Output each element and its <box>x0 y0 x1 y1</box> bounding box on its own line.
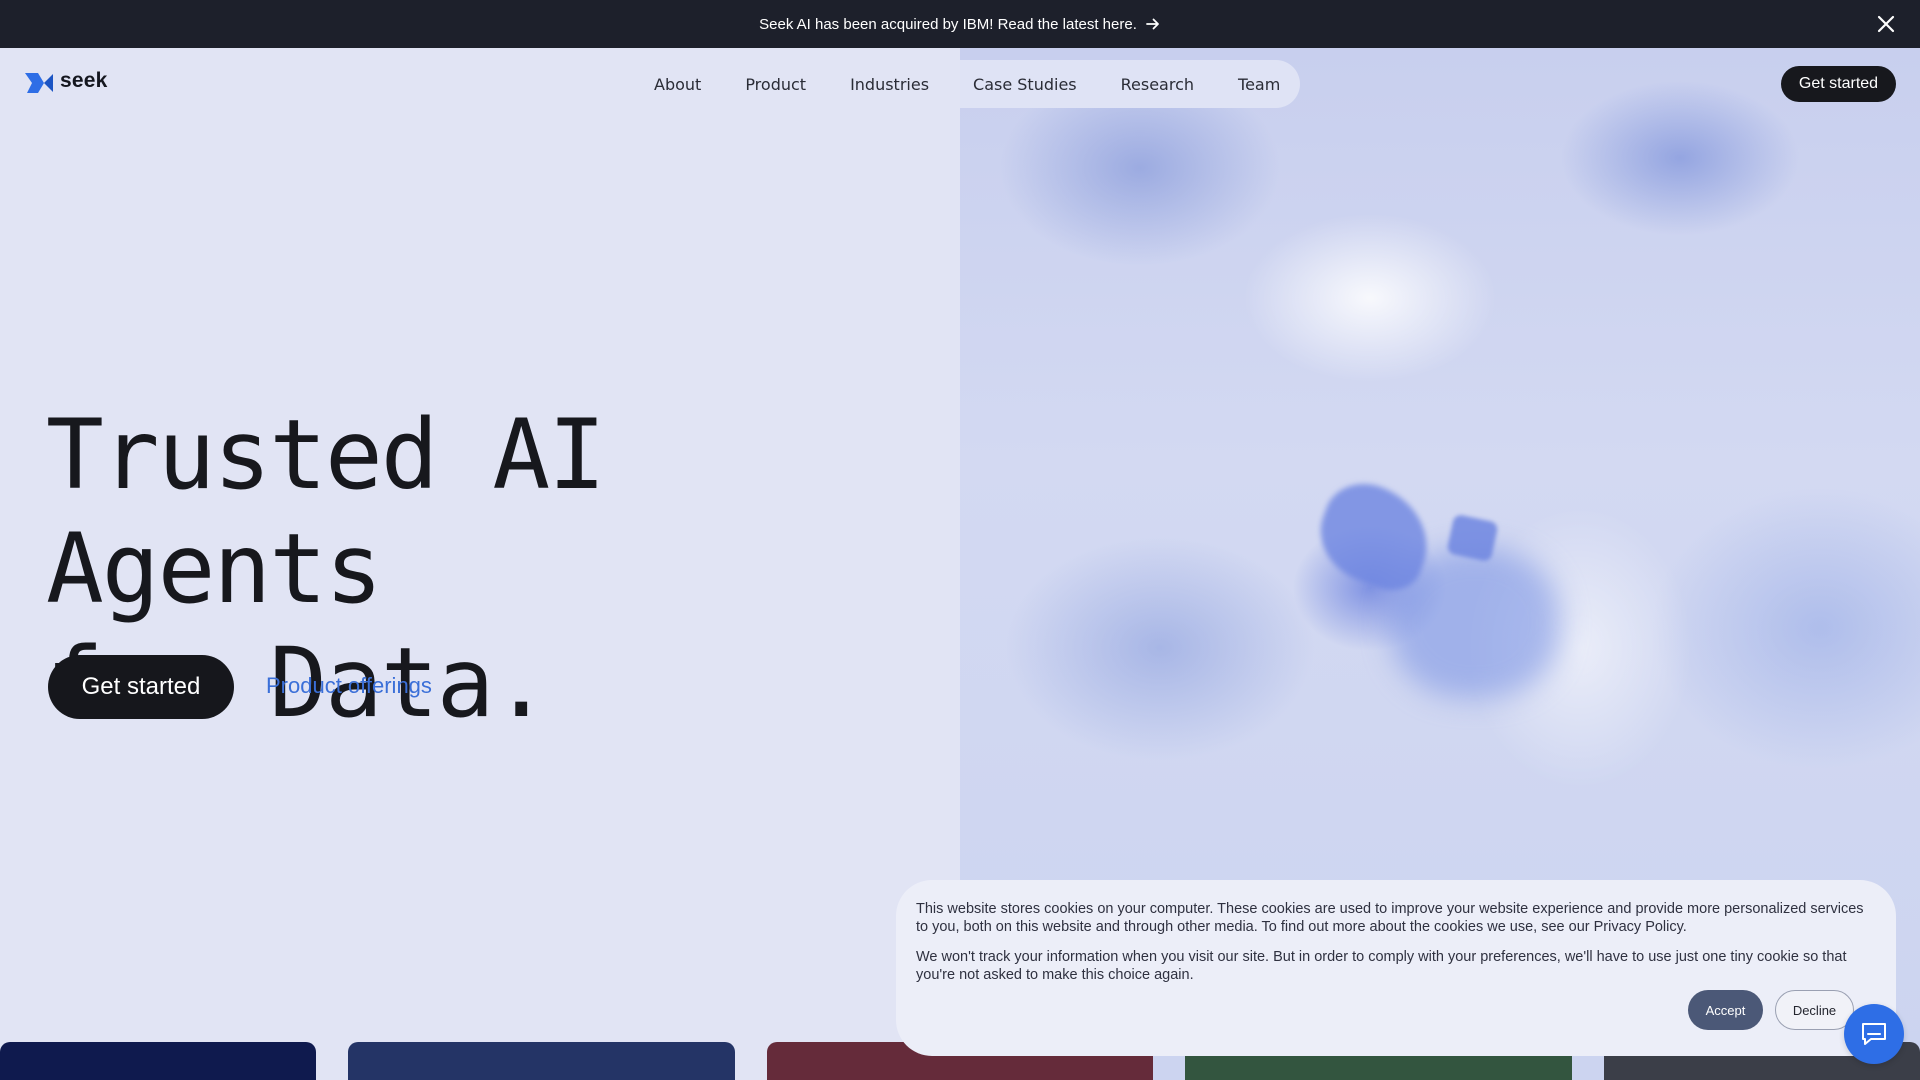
feature-card-2[interactable] <box>348 1042 735 1080</box>
chat-button[interactable] <box>1844 1004 1904 1064</box>
product-offerings-link[interactable]: Product offerings <box>266 673 432 699</box>
close-icon[interactable] <box>1874 12 1898 36</box>
accept-cookies-button[interactable]: Accept <box>1688 990 1763 1030</box>
feature-card-1[interactable] <box>0 1042 316 1080</box>
nav-item-product[interactable]: Product <box>745 75 806 94</box>
cookie-banner: This website stores cookies on your comp… <box>896 880 1896 1056</box>
announcement-link[interactable]: Seek AI has been acquired by IBM! Read t… <box>759 16 1161 33</box>
nav-item-research[interactable]: Research <box>1121 75 1194 94</box>
chat-bubble-icon <box>1859 1019 1889 1049</box>
announcement-bar: Seek AI has been acquired by IBM! Read t… <box>0 0 1920 48</box>
nav-item-team[interactable]: Team <box>1238 75 1280 94</box>
arrow-right-icon <box>1145 16 1161 32</box>
main-nav: About Product Industries Case Studies Re… <box>636 60 1300 108</box>
hero-get-started-button[interactable]: Get started <box>48 655 234 719</box>
logo[interactable]: seek <box>24 69 108 96</box>
header-get-started-button[interactable]: Get started <box>1781 66 1896 102</box>
cookie-text-2: We won't track your information when you… <box>916 949 1847 983</box>
announcement-text: Seek AI has been acquired by IBM! Read t… <box>759 15 1137 33</box>
decline-cookies-button[interactable]: Decline <box>1775 990 1854 1030</box>
cookie-text-1: This website stores cookies on your comp… <box>916 901 1864 935</box>
nav-item-industries[interactable]: Industries <box>850 75 929 94</box>
seek-logo-icon <box>24 70 54 96</box>
hero-headline-line-1: Trusted AI Agents <box>46 399 606 625</box>
brand-name: seek <box>60 69 108 92</box>
nav-item-case-studies[interactable]: Case Studies <box>973 75 1077 94</box>
nav-item-about[interactable]: About <box>654 75 701 94</box>
